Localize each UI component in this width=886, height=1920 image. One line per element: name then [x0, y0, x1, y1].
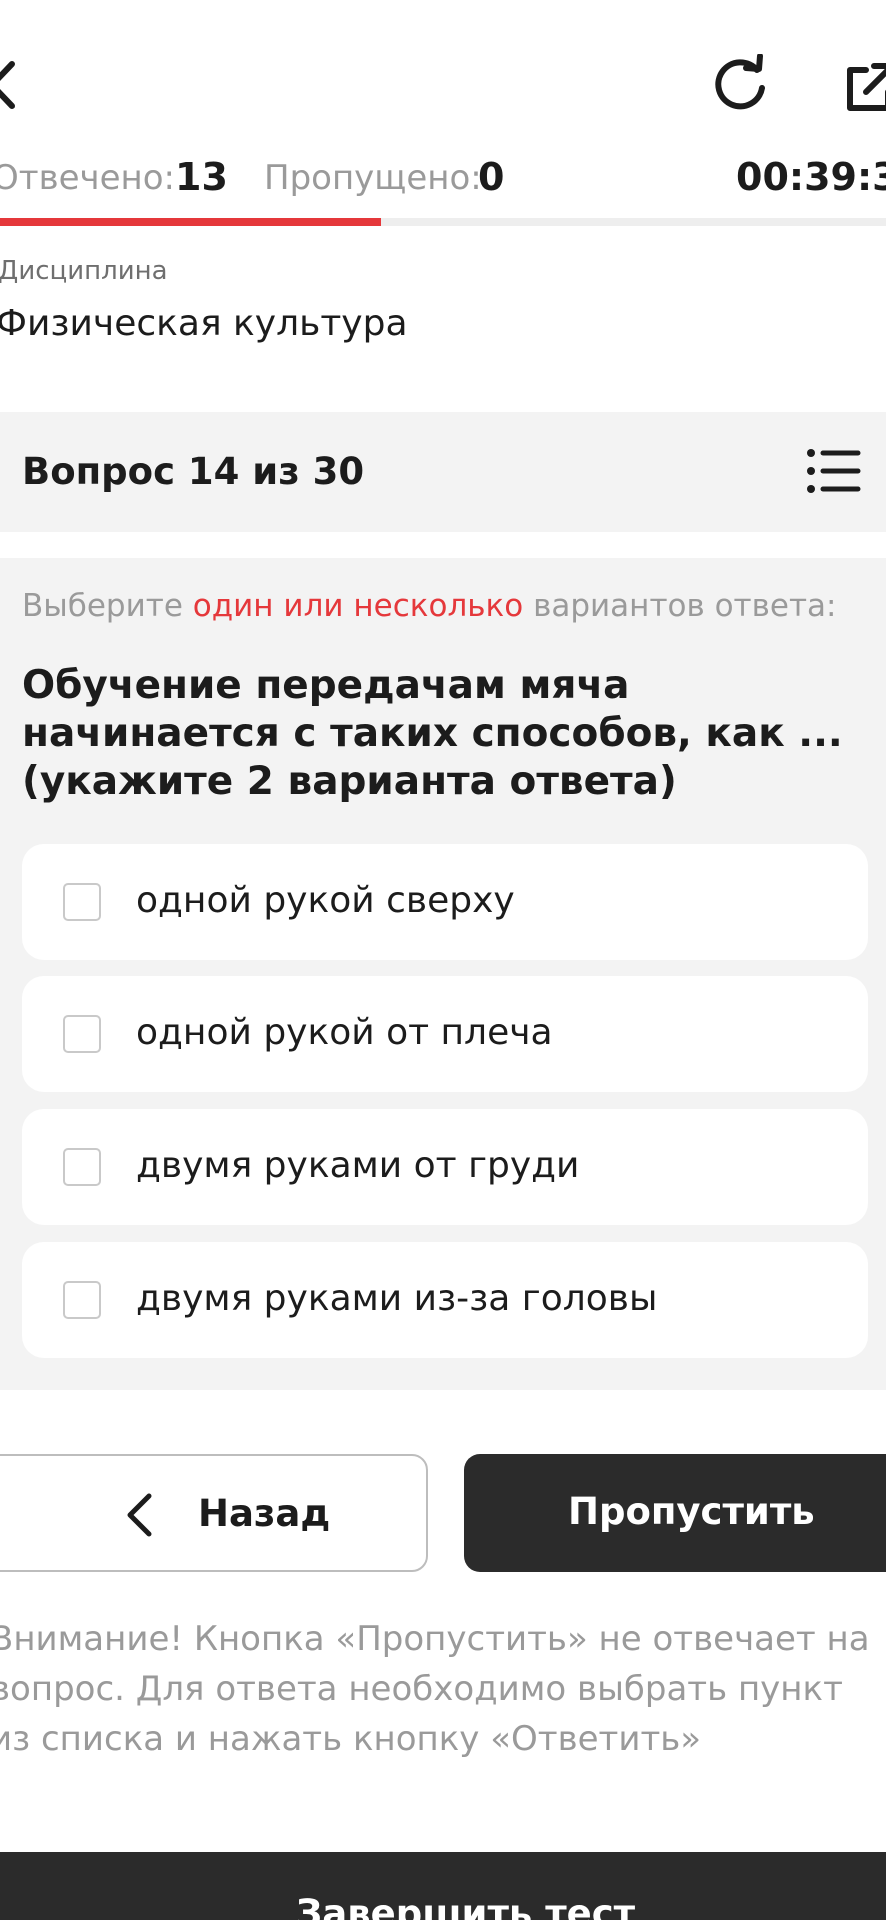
chevron-left-icon [124, 1492, 154, 1538]
question-card: Выберите один или несколько вариантов от… [0, 558, 886, 1390]
question-counter: Вопрос 14 из 30 [22, 450, 365, 493]
progress-bar [0, 218, 886, 226]
instruction-text-end: вариантов ответа: [523, 588, 837, 624]
finish-test-button[interactable]: Завершить тест [0, 1852, 886, 1920]
answer-option[interactable]: двумя руками от груди [22, 1109, 868, 1225]
list-icon[interactable] [806, 448, 862, 494]
timer: 00:39:31 [736, 155, 886, 199]
back-button-label: Назад [198, 1492, 331, 1535]
finish-button-label: Завершить тест [296, 1892, 636, 1920]
option-label: двумя руками из-за головы [136, 1278, 658, 1319]
option-label: двумя руками от груди [136, 1145, 580, 1186]
answered-label: Отвечено: [0, 158, 176, 198]
test-screen: Отвечено: 13 Пропущено: 0 00:39:31 Дисци… [0, 0, 886, 1920]
instruction-accent: один или несколько [192, 588, 524, 624]
skip-notice: Внимание! Кнопка «Пропустить» не отвечае… [0, 1619, 870, 1759]
progress-fill [0, 218, 381, 226]
answered-count: 13 [175, 155, 228, 199]
chevron-left-icon[interactable] [0, 60, 16, 110]
answer-option[interactable]: одной рукой сверху [22, 844, 868, 960]
discipline-name: Физическая культура [0, 303, 408, 344]
instruction-text: Выберите [22, 588, 193, 624]
answer-option[interactable]: одной рукой от плеча [22, 976, 868, 1092]
option-label: одной рукой сверху [136, 880, 515, 921]
back-button[interactable]: Назад [0, 1454, 428, 1572]
instruction: Выберите один или несколько вариантов от… [22, 588, 836, 624]
external-link-icon[interactable] [844, 62, 886, 112]
skip-button-label: Пропустить [568, 1490, 815, 1533]
option-label: одной рукой от плеча [136, 1012, 553, 1053]
checkbox[interactable] [63, 1015, 101, 1053]
skipped-count: 0 [478, 155, 505, 199]
checkbox[interactable] [63, 1148, 101, 1186]
skipped-label: Пропущено: [264, 158, 482, 198]
checkbox[interactable] [63, 1281, 101, 1319]
reload-icon[interactable] [710, 53, 772, 114]
discipline-label: Дисциплина [0, 256, 168, 286]
question-header: Вопрос 14 из 30 [0, 412, 886, 532]
skip-button[interactable]: Пропустить [464, 1454, 886, 1572]
question-text: Обучение передачам мяча начинается с так… [22, 663, 843, 804]
checkbox[interactable] [63, 883, 101, 921]
answer-option[interactable]: двумя руками из-за головы [22, 1242, 868, 1358]
